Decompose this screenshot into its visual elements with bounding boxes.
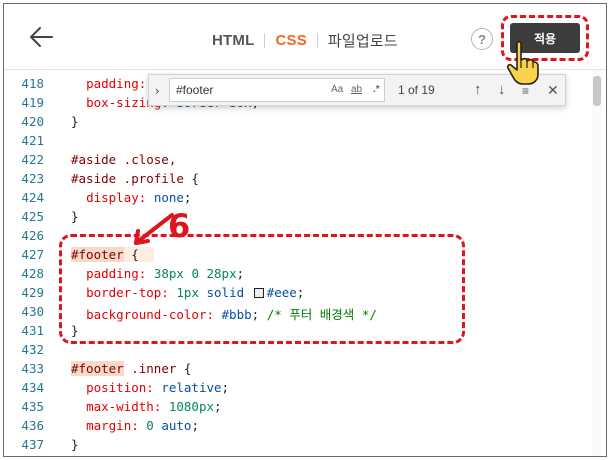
previous-match-icon[interactable]: ↑ xyxy=(474,81,482,98)
code-line: position: relative; xyxy=(86,380,230,395)
css-property: position: xyxy=(86,380,154,395)
editor-scrollbar[interactable] xyxy=(592,70,602,456)
chevron-right-icon[interactable]: › xyxy=(155,83,167,98)
footer-rule-highlight-box xyxy=(59,234,465,344)
tab-file-upload[interactable]: 파일업로드 xyxy=(328,30,398,51)
line-number: 424 xyxy=(21,190,44,205)
tab-divider xyxy=(264,32,266,48)
line-number: 437 xyxy=(21,437,44,452)
line-number: 428 xyxy=(21,266,44,281)
code-line: padding: xyxy=(71,76,146,91)
css-property: margin: xyxy=(86,418,139,433)
tab-html[interactable]: HTML xyxy=(212,32,254,49)
css-property: padding: xyxy=(86,76,147,91)
line-number: 427 xyxy=(21,247,44,262)
code-line: #aside .profile { xyxy=(71,171,199,186)
line-number: 430 xyxy=(21,304,44,319)
regex-toggle[interactable]: .* xyxy=(373,84,380,95)
line-number: 433 xyxy=(21,361,44,376)
line-number: 436 xyxy=(21,418,44,433)
help-icon[interactable]: ? xyxy=(471,28,493,50)
css-selector: #aside .profile xyxy=(71,171,184,186)
line-number: 435 xyxy=(21,399,44,414)
line-number: 419 xyxy=(21,95,44,110)
tab-divider xyxy=(316,32,318,48)
line-number: 432 xyxy=(21,342,44,357)
line-number: 423 xyxy=(21,171,44,186)
line-number: 425 xyxy=(21,209,44,224)
find-widget: › #footer Aa ab .* 1 of 19 ↑ ↓ ≡ ✕ xyxy=(148,74,566,106)
css-value: 0 xyxy=(146,418,154,433)
find-in-selection-icon[interactable]: ≡ xyxy=(522,84,529,98)
code-line: #footer .inner { xyxy=(71,361,192,376)
step-number: 6 xyxy=(168,207,190,245)
css-selector: #aside .close, xyxy=(71,152,177,167)
close-icon[interactable]: ✕ xyxy=(547,82,559,99)
line-number: 429 xyxy=(21,285,44,300)
whole-word-toggle[interactable]: ab xyxy=(351,84,362,95)
line-number: 420 xyxy=(21,114,44,129)
match-case-toggle[interactable]: Aa xyxy=(331,84,343,95)
css-value: 1080px xyxy=(168,399,215,414)
css-value: auto xyxy=(161,418,192,433)
step-6-annotation-icon: 6 xyxy=(134,207,190,245)
css-selector-match: #footer xyxy=(71,361,124,376)
code-line: #aside .close, xyxy=(71,152,176,167)
editor-tabs: HTML CSS 파일업로드 xyxy=(212,30,398,50)
code-line: } xyxy=(71,437,79,452)
line-number: 426 xyxy=(21,228,44,243)
line-number: 422 xyxy=(21,152,44,167)
scroll-thumb[interactable] xyxy=(593,76,601,106)
line-number: 418 xyxy=(21,76,44,91)
line-number: 431 xyxy=(21,323,44,338)
css-selector: .inner xyxy=(131,361,177,376)
match-count: 1 of 19 xyxy=(398,83,435,97)
code-line: } xyxy=(71,209,79,224)
tab-css[interactable]: CSS xyxy=(275,32,306,49)
code-line: } xyxy=(71,114,79,129)
code-line: max-width: 1080px; xyxy=(86,399,222,414)
css-property: max-width: xyxy=(86,399,162,414)
css-value: relative xyxy=(161,380,222,395)
line-number: 434 xyxy=(21,380,44,395)
code-line: margin: 0 auto; xyxy=(86,418,199,433)
pointer-hand-icon xyxy=(506,40,539,85)
line-number: 421 xyxy=(21,133,44,148)
back-arrow-icon[interactable] xyxy=(26,22,56,52)
